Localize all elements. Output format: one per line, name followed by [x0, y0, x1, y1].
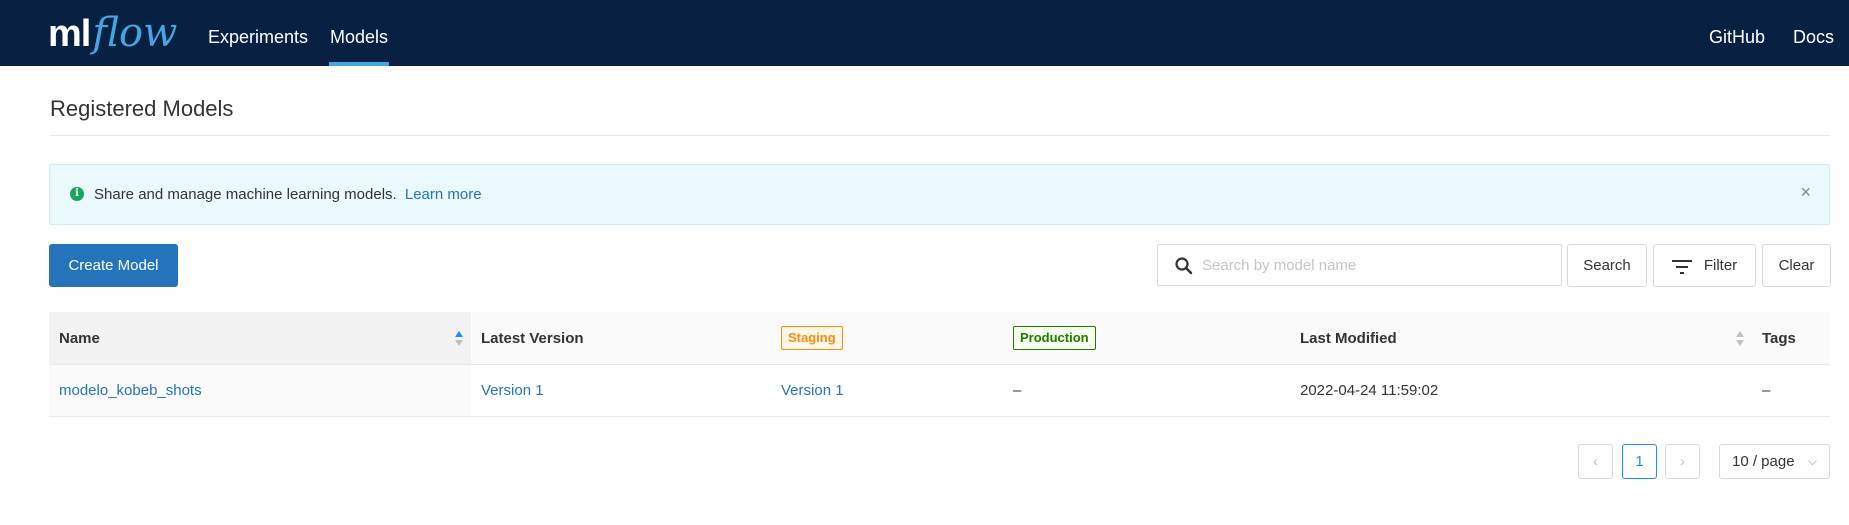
column-header-latest-version: Latest Version [481, 329, 584, 347]
logo-ml-text: ml [48, 13, 91, 55]
chevron-down-icon: ⌵ [1807, 454, 1817, 468]
column-header-tags: Tags [1762, 329, 1796, 347]
sort-icon[interactable] [1736, 331, 1744, 347]
column-header-name[interactable]: Name [49, 312, 471, 364]
nav-experiments[interactable]: Experiments [208, 0, 308, 66]
title-divider [50, 135, 1830, 136]
search-box [1157, 244, 1562, 286]
logo-flow-text: flow [92, 10, 178, 56]
search-button[interactable]: Search [1567, 244, 1647, 287]
cell-last-modified: 2022-04-24 11:59:02 [1300, 382, 1439, 399]
search-input[interactable] [1202, 251, 1552, 279]
page-title: Registered Models [50, 96, 234, 121]
top-navbar: ml flow Experiments Models GitHub Docs [0, 0, 1849, 66]
production-tag: Production [1013, 326, 1096, 350]
column-header-last-modified[interactable]: Last Modified [1290, 312, 1752, 364]
page-number-1[interactable]: 1 [1622, 444, 1657, 479]
column-name-label: Name [59, 329, 100, 347]
latest-version-link[interactable]: Version 1 [481, 382, 544, 399]
close-icon[interactable]: × [1800, 182, 1811, 203]
nav-docs[interactable]: Docs [1793, 0, 1834, 66]
prev-page-button[interactable]: ‹ [1578, 444, 1613, 479]
table-header: Name Latest Version Staging Production L… [49, 312, 1830, 365]
page-size-select[interactable]: 10 / page ⌵ [1719, 444, 1830, 479]
search-icon [1175, 257, 1193, 275]
table-row: modelo_kobeb_shots Version 1 Version 1 –… [49, 365, 1830, 417]
page-size-value: 10 / page [1732, 453, 1795, 470]
filter-icon [1671, 260, 1692, 274]
info-alert: i Share and manage machine learning mode… [49, 164, 1830, 225]
filter-label: Filter [1703, 257, 1738, 274]
cell-staging: Version 1 [771, 365, 1003, 416]
staging-tag: Staging [781, 326, 843, 350]
column-modified-label: Last Modified [1300, 329, 1397, 347]
create-model-button[interactable]: Create Model [49, 244, 178, 287]
clear-button[interactable]: Clear [1762, 244, 1831, 287]
cell-latest-version: Version 1 [471, 365, 771, 416]
next-page-button[interactable]: › [1665, 444, 1700, 479]
cell-model-name: modelo_kobeb_shots [49, 365, 471, 416]
staging-version-link[interactable]: Version 1 [781, 382, 844, 399]
column-header-production: Production [1003, 312, 1290, 364]
column-header-staging: Staging [771, 312, 1003, 364]
nav-models[interactable]: Models [329, 0, 390, 66]
model-name-link[interactable]: modelo_kobeb_shots [59, 382, 202, 399]
info-icon: i [70, 187, 84, 201]
sort-icon[interactable] [455, 331, 463, 347]
learn-more-link[interactable]: Learn more [405, 186, 482, 203]
cell-production: – [1013, 382, 1022, 399]
alert-message: Share and manage machine learning models… [94, 186, 482, 203]
filter-button[interactable]: Filter [1653, 244, 1756, 287]
cell-tags: – [1762, 382, 1771, 399]
models-table: Name Latest Version Staging Production L… [49, 312, 1830, 417]
alert-text: Share and manage machine learning models… [94, 186, 397, 203]
mlflow-logo[interactable]: ml flow [48, 8, 177, 58]
nav-github[interactable]: GitHub [1709, 0, 1765, 66]
